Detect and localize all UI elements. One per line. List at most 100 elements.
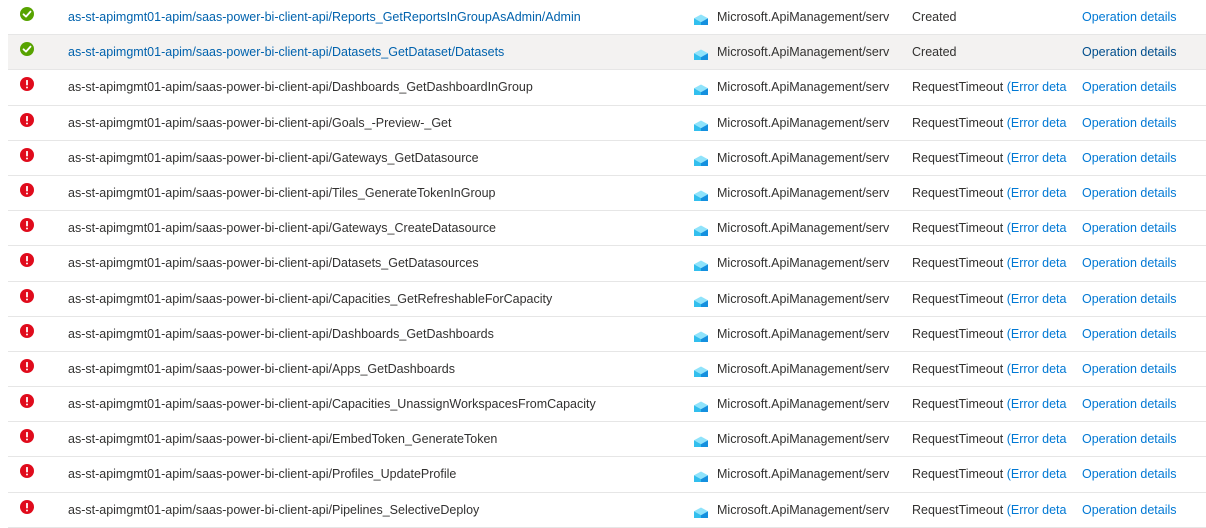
table-row-13[interactable]: as-st-apimgmt01-apim/saas-power-bi-clien… [8, 422, 1206, 458]
error-exclamation-icon [20, 147, 34, 162]
operation-status: RequestTimeout (Error deta [912, 457, 1078, 491]
error-details-link[interactable]: (Error deta [1007, 327, 1067, 341]
resource-type: Microsoft.ApiManagement/serv [717, 467, 890, 482]
error-details-link[interactable]: (Error deta [1007, 151, 1067, 165]
status-label: Created [912, 45, 957, 60]
resource-type: Microsoft.ApiManagement/serv [717, 45, 890, 60]
status-label: RequestTimeout [912, 80, 1004, 95]
status-label: RequestTimeout [912, 256, 1004, 271]
status-label: RequestTimeout [912, 150, 1004, 165]
error-details-link[interactable]: (Error deta [1007, 80, 1067, 94]
operation-details-link[interactable]: Operation details [1082, 387, 1206, 421]
success-check-icon [20, 42, 34, 57]
table-row-14[interactable]: as-st-apimgmt01-apim/saas-power-bi-clien… [8, 457, 1206, 493]
operation-status: RequestTimeout (Error deta [912, 317, 1078, 351]
error-exclamation-icon [20, 464, 34, 479]
operation-name[interactable]: as-st-apimgmt01-apim/saas-power-bi-clien… [68, 0, 688, 34]
deployment-operations-table: as-st-apimgmt01-apim/saas-power-bi-clien… [0, 0, 1206, 528]
operation-details-link[interactable]: Operation details [1082, 0, 1206, 34]
operation-details-link[interactable]: Operation details [1082, 422, 1206, 456]
status-label: RequestTimeout [912, 361, 1004, 376]
table-row-12[interactable]: as-st-apimgmt01-apim/saas-power-bi-clien… [8, 387, 1206, 423]
resource-type: Microsoft.ApiManagement/serv [717, 10, 890, 24]
operation-details-link[interactable]: Operation details [1082, 246, 1206, 280]
operation-status: RequestTimeout (Error deta [912, 211, 1078, 245]
resource-type: Microsoft.ApiManagement/serv [717, 256, 890, 271]
operation-name: as-st-apimgmt01-apim/saas-power-bi-clien… [68, 467, 457, 482]
resource-type: Microsoft.ApiManagement/serv [717, 80, 890, 95]
error-details-link[interactable]: (Error deta [1007, 256, 1067, 270]
status-label: RequestTimeout [912, 467, 1004, 482]
error-details-link[interactable]: (Error deta [1007, 362, 1067, 376]
operation-name: as-st-apimgmt01-apim/saas-power-bi-clien… [68, 256, 479, 271]
operation-name: as-st-apimgmt01-apim/saas-power-bi-clien… [68, 115, 452, 130]
operation-details-link[interactable]: Operation details [1082, 35, 1206, 69]
error-details-link[interactable]: (Error deta [1007, 503, 1067, 517]
table-row-10[interactable]: as-st-apimgmt01-apim/saas-power-bi-clien… [8, 317, 1206, 352]
api-management-cube-icon [693, 9, 709, 25]
status-label: Created [912, 10, 957, 24]
table-row-6[interactable]: as-st-apimgmt01-apim/saas-power-bi-clien… [8, 176, 1206, 212]
error-exclamation-icon [20, 218, 34, 233]
error-details-link[interactable]: (Error deta [1007, 116, 1067, 130]
table-row-4[interactable]: as-st-apimgmt01-apim/saas-power-bi-clien… [8, 106, 1206, 141]
operation-name: as-st-apimgmt01-apim/saas-power-bi-clien… [68, 80, 533, 95]
error-exclamation-icon [20, 112, 34, 127]
status-label: RequestTimeout [912, 397, 1004, 412]
operation-details-link[interactable]: Operation details [1082, 317, 1206, 351]
error-exclamation-icon [20, 499, 34, 514]
status-label: RequestTimeout [912, 115, 1004, 130]
operation-status: Created [912, 35, 1078, 69]
error-exclamation-icon [20, 253, 34, 268]
operation-details-link[interactable]: Operation details [1082, 176, 1206, 210]
error-details-link[interactable]: (Error deta [1007, 467, 1067, 481]
operation-details-link[interactable]: Operation details [1082, 70, 1206, 104]
api-management-cube-icon [693, 361, 709, 377]
error-details-link[interactable]: (Error deta [1007, 432, 1067, 446]
operation-status: RequestTimeout (Error deta [912, 176, 1078, 210]
table-row-15[interactable]: as-st-apimgmt01-apim/saas-power-bi-clien… [8, 493, 1206, 528]
error-exclamation-icon [20, 77, 34, 92]
resource-type: Microsoft.ApiManagement/serv [717, 115, 890, 130]
operation-details-link[interactable]: Operation details [1082, 282, 1206, 316]
error-details-link[interactable]: (Error deta [1007, 292, 1067, 306]
operation-name[interactable]: as-st-apimgmt01-apim/saas-power-bi-clien… [68, 35, 688, 69]
status-label: RequestTimeout [912, 221, 1004, 236]
operation-details-link[interactable]: Operation details [1082, 457, 1206, 491]
error-details-link[interactable]: (Error deta [1007, 397, 1067, 411]
operation-name: as-st-apimgmt01-apim/saas-power-bi-clien… [68, 361, 455, 376]
operation-status: RequestTimeout (Error deta [912, 352, 1078, 386]
table-row-1[interactable]: as-st-apimgmt01-apim/saas-power-bi-clien… [8, 0, 1206, 36]
error-exclamation-icon [20, 358, 34, 373]
table-row-7[interactable]: as-st-apimgmt01-apim/saas-power-bi-clien… [8, 211, 1206, 247]
operation-name: as-st-apimgmt01-apim/saas-power-bi-clien… [68, 291, 553, 306]
api-management-cube-icon [693, 502, 709, 518]
table-row-9[interactable]: as-st-apimgmt01-apim/saas-power-bi-clien… [8, 282, 1206, 317]
table-row-2[interactable]: as-st-apimgmt01-apim/saas-power-bi-clien… [8, 35, 1206, 71]
operation-status: RequestTimeout (Error deta [912, 282, 1078, 316]
error-exclamation-icon [20, 394, 34, 409]
operation-status: RequestTimeout (Error deta [912, 70, 1078, 104]
operation-details-link[interactable]: Operation details [1082, 141, 1206, 175]
error-details-link[interactable]: (Error deta [1007, 221, 1067, 235]
api-management-cube-icon [693, 185, 709, 201]
api-management-cube-icon [693, 291, 709, 307]
table-row-3[interactable]: as-st-apimgmt01-apim/saas-power-bi-clien… [8, 70, 1206, 106]
error-exclamation-icon [20, 288, 34, 303]
status-label: RequestTimeout [912, 291, 1004, 306]
operation-details-link[interactable]: Operation details [1082, 352, 1206, 386]
status-label: RequestTimeout [912, 326, 1004, 341]
operation-details-link[interactable]: Operation details [1082, 106, 1206, 140]
table-row-11[interactable]: as-st-apimgmt01-apim/saas-power-bi-clien… [8, 352, 1206, 388]
table-row-5[interactable]: as-st-apimgmt01-apim/saas-power-bi-clien… [8, 141, 1206, 176]
operation-details-link[interactable]: Operation details [1082, 211, 1206, 245]
resource-type: Microsoft.ApiManagement/serv [717, 432, 890, 447]
resource-type: Microsoft.ApiManagement/serv [717, 397, 890, 412]
error-details-link[interactable]: (Error deta [1007, 186, 1067, 200]
api-management-cube-icon [693, 431, 709, 448]
resource-type: Microsoft.ApiManagement/serv [717, 361, 890, 376]
status-label: RequestTimeout [912, 432, 1004, 447]
resource-type: Microsoft.ApiManagement/serv [717, 185, 890, 200]
table-row-8[interactable]: as-st-apimgmt01-apim/saas-power-bi-clien… [8, 246, 1206, 282]
operation-status: RequestTimeout (Error deta [912, 106, 1078, 140]
